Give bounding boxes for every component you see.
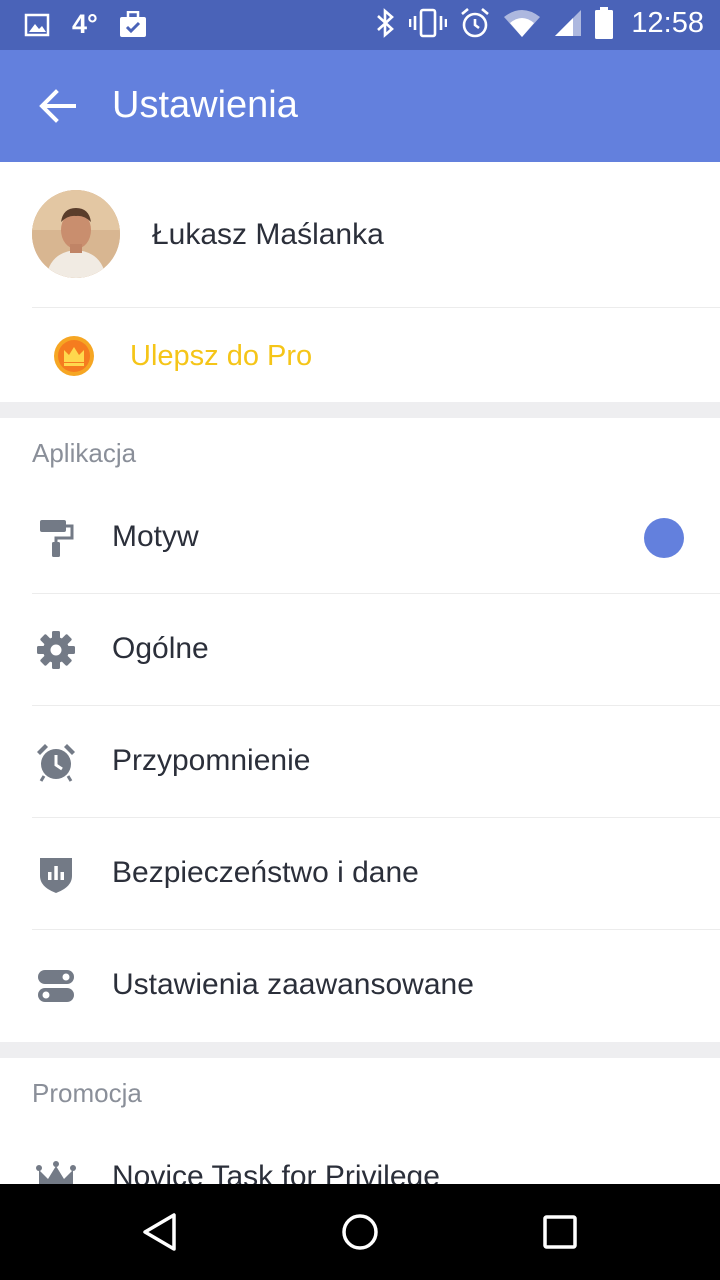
- bluetooth-icon: [377, 8, 395, 38]
- arrow-back-icon[interactable]: [38, 88, 78, 124]
- page-title: Ustawienia: [112, 84, 298, 126]
- section-separator: [0, 402, 720, 418]
- settings-item-general[interactable]: Ogólne: [0, 594, 720, 706]
- alarm-clock-icon: [37, 744, 75, 782]
- settings-item-reminder[interactable]: Przypomnienie: [0, 706, 720, 818]
- vibrate-icon: [409, 8, 448, 38]
- image-icon: [24, 13, 50, 36]
- settings-item-label: Przypomnienie: [112, 744, 311, 777]
- settings-item-advanced[interactable]: Ustawienia zaawansowane: [0, 930, 720, 1042]
- toggle-settings-icon: [38, 970, 74, 1002]
- settings-item-label: Ustawienia zaawansowane: [112, 968, 474, 1001]
- section-title-app: Aplikacja: [32, 438, 137, 468]
- theme-color-swatch: [644, 518, 684, 558]
- profile-name: Łukasz Maślanka: [152, 218, 384, 251]
- section-title-promo: Promocja: [32, 1078, 142, 1108]
- settings-item-label: Bezpieczeństwo i dane: [112, 856, 419, 889]
- section-separator: [0, 1042, 720, 1058]
- settings-item-label: Ogólne: [112, 632, 209, 665]
- crown-badge-icon: [54, 336, 94, 376]
- navigation-bar: [0, 1184, 720, 1280]
- upgrade-pro-row[interactable]: Ulepsz do Pro: [0, 308, 720, 402]
- home-circle-icon[interactable]: [338, 1210, 382, 1254]
- alarm-icon: [461, 8, 490, 38]
- settings-item-theme[interactable]: Motyw: [0, 482, 720, 594]
- temperature: 4°: [72, 9, 98, 39]
- briefcase-check-icon: [119, 10, 146, 37]
- avatar[interactable]: [32, 190, 120, 278]
- app-bar: Ustawienia: [0, 50, 720, 162]
- status-bar: 4° 12:58: [0, 0, 720, 50]
- paint-roller-icon: [40, 520, 74, 557]
- shield-icon: [40, 858, 72, 893]
- upgrade-pro-label: Ulepsz do Pro: [130, 340, 313, 372]
- settings-item-label: Motyw: [112, 520, 199, 553]
- clock: 12:58: [631, 6, 704, 39]
- back-triangle-icon[interactable]: [138, 1210, 182, 1254]
- gear-icon: [37, 631, 75, 669]
- recents-square-icon[interactable]: [538, 1210, 582, 1254]
- battery-icon: [595, 7, 614, 39]
- settings-item-security[interactable]: Bezpieczeństwo i dane: [0, 818, 720, 930]
- wifi-icon: [504, 10, 541, 37]
- profile-row[interactable]: Łukasz Maślanka: [0, 162, 720, 307]
- signal-icon: [555, 10, 582, 36]
